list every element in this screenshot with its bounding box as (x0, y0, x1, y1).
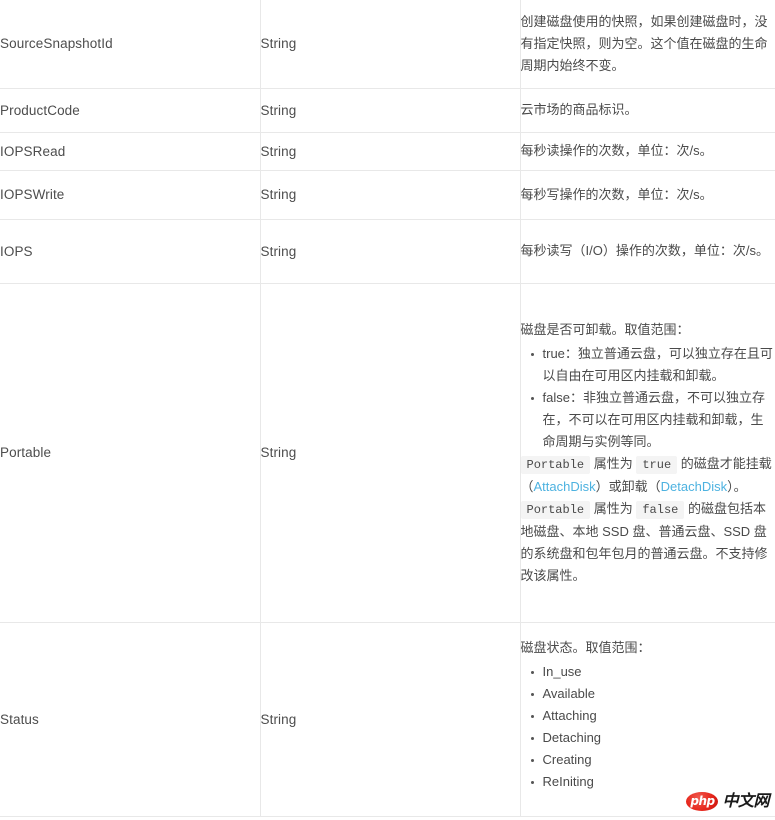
cell-parameter-type: String (260, 622, 521, 817)
parameter-type-text: String (260, 243, 297, 259)
parameter-name-text: IOPSRead (0, 143, 66, 159)
table-row: IOPS String 每秒读写（I/O）操作的次数，单位：次/s。 (0, 219, 775, 284)
code-portable-2: Portable (520, 500, 591, 519)
portable-note: Portable 属性为 true 的磁盘才能挂载（AttachDisk）或卸载… (520, 453, 775, 587)
cell-parameter-name: SourceSnapshotId (0, 0, 261, 89)
cell-parameter-description: 创建磁盘使用的快照，如果创建磁盘时，没有指定快照，则为空。这个值在磁盘的生命周期… (520, 0, 775, 89)
list-item: In_use (530, 661, 775, 683)
cell-parameter-description: 每秒读写（I/O）操作的次数，单位：次/s。 (520, 219, 775, 284)
description-text: 云市场的商品标识。 (520, 102, 638, 117)
list-item: false：非独立普通云盘，不可以独立存在，不可以在可用区内挂载和卸载，生命周期… (530, 387, 775, 453)
parameter-name-text: IOPSWrite (0, 187, 65, 202)
description-text: 每秒读操作的次数，单位：次/s。 (520, 143, 713, 158)
link-attach-disk[interactable]: AttachDisk (534, 479, 596, 494)
cell-parameter-name: Portable (0, 283, 261, 623)
list-item: Creating (530, 749, 775, 771)
parameter-name-text: Status (0, 711, 39, 727)
parameter-type-text: String (260, 36, 297, 52)
cell-parameter-type: String (260, 170, 521, 220)
status-value-list: In_use Available Attaching Detaching Cre… (521, 661, 775, 793)
cell-parameter-type: String (260, 219, 521, 284)
note-text-3: ）或卸载（ (595, 478, 661, 494)
cell-parameter-name: ProductCode (0, 88, 261, 133)
list-item: Detaching (530, 727, 775, 749)
table-row: ProductCode String 云市场的商品标识。 (0, 88, 775, 133)
code-portable-1: Portable (520, 455, 591, 474)
table-body: SourceSnapshotId String 创建磁盘使用的快照，如果创建磁盘… (0, 0, 775, 817)
table-row: IOPSRead String 每秒读操作的次数，单位：次/s。 (0, 132, 775, 171)
description-text: 每秒写操作的次数，单位：次/s。 (520, 186, 713, 202)
code-true: true (636, 455, 678, 474)
parameter-type-text: String (260, 143, 297, 159)
link-detach-disk[interactable]: DetachDisk (661, 479, 727, 494)
parameter-type-text: String (260, 102, 297, 118)
parameter-type-text: String (260, 187, 297, 202)
parameter-name-text: IOPS (0, 243, 33, 259)
description-intro: 磁盘状态。取值范围： (520, 639, 651, 655)
cell-parameter-type: String (260, 0, 521, 89)
list-item: Available (530, 683, 775, 705)
cell-parameter-name: IOPSRead (0, 132, 261, 171)
code-false: false (636, 500, 685, 519)
parameter-name-text: ProductCode (0, 102, 80, 118)
list-item: true：独立普通云盘，可以独立存在且可以自由在可用区内挂载和卸载。 (530, 343, 775, 387)
parameter-name-text: Portable (0, 445, 52, 460)
table-row: Status String 磁盘状态。取值范围： In_use Availabl… (0, 622, 775, 817)
cell-parameter-type: String (260, 88, 521, 133)
cell-parameter-description: 磁盘是否可卸载。取值范围： true：独立普通云盘，可以独立存在且可以自由在可用… (520, 283, 775, 623)
portable-value-list: true：独立普通云盘，可以独立存在且可以自由在可用区内挂载和卸载。 false… (521, 343, 775, 453)
table-row: SourceSnapshotId String 创建磁盘使用的快照，如果创建磁盘… (0, 0, 775, 89)
list-item: ReIniting (530, 771, 775, 793)
cell-parameter-description: 每秒写操作的次数，单位：次/s。 (520, 170, 775, 220)
description-text: 每秒读写（I/O）操作的次数，单位：次/s。 (520, 243, 769, 258)
parameter-name-text: SourceSnapshotId (0, 36, 113, 52)
list-item: Attaching (530, 705, 775, 727)
parameter-type-text: String (260, 445, 297, 460)
cell-parameter-name: IOPSWrite (0, 170, 261, 220)
cell-parameter-name: Status (0, 622, 261, 817)
table-row: Portable String 磁盘是否可卸载。取值范围： true：独立普通云… (0, 283, 775, 623)
description-text: 创建磁盘使用的快照，如果创建磁盘时，没有指定快照，则为空。这个值在磁盘的生命周期… (520, 13, 768, 73)
cell-parameter-description: 磁盘状态。取值范围： In_use Available Attaching De… (520, 622, 775, 817)
cell-parameter-description: 云市场的商品标识。 (520, 88, 775, 133)
cell-parameter-type: String (260, 132, 521, 171)
table-row: IOPSWrite String 每秒写操作的次数，单位：次/s。 (0, 170, 775, 220)
note-text-5: 属性为 (590, 500, 637, 516)
cell-parameter-name: IOPS (0, 219, 261, 284)
api-parameter-table-container: SourceSnapshotId String 创建磁盘使用的快照，如果创建磁盘… (0, 0, 775, 817)
cell-parameter-description: 每秒读操作的次数，单位：次/s。 (520, 132, 775, 171)
cell-parameter-type: String (260, 283, 521, 623)
note-text-4: ）。 (727, 478, 747, 494)
description-intro: 磁盘是否可卸载。取值范围： (520, 321, 690, 337)
parameter-type-text: String (260, 711, 297, 727)
note-text-1: 属性为 (590, 455, 637, 471)
api-parameter-table: SourceSnapshotId String 创建磁盘使用的快照，如果创建磁盘… (0, 0, 775, 817)
